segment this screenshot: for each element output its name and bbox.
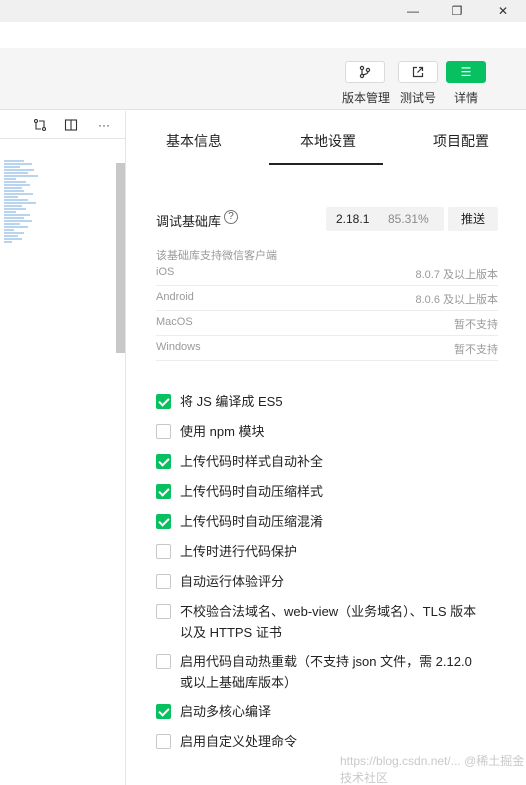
top-toolbar: 版本管理 测试号 ☰ 详情	[0, 48, 526, 110]
editor-pane: ···	[0, 111, 126, 785]
support-os: iOS	[156, 266, 175, 278]
option-label: 使用 npm 模块	[180, 424, 265, 439]
checkbox[interactable]	[156, 484, 171, 499]
tab-basic-info[interactable]: 基本信息	[166, 131, 222, 151]
editor-toolbar: ···	[0, 111, 125, 139]
library-version-select[interactable]: 2.18.1 85.31%	[326, 207, 444, 231]
support-row-ios: iOS 8.0.7 及以上版本	[156, 261, 498, 286]
support-version: 8.0.7 及以上版本	[415, 269, 498, 281]
support-os: Android	[156, 291, 194, 303]
checkbox[interactable]	[156, 514, 171, 529]
option-label: 自动运行体验评分	[180, 574, 285, 589]
checkbox[interactable]	[156, 734, 171, 749]
tab-project-config[interactable]: 项目配置	[433, 131, 489, 151]
checkbox[interactable]	[156, 454, 171, 469]
support-version: 暂不支持	[454, 344, 498, 356]
details-button[interactable]: ☰	[446, 61, 486, 83]
support-os: MacOS	[156, 316, 193, 328]
details-label: 详情	[453, 91, 478, 105]
help-icon[interactable]: ?	[224, 210, 238, 224]
push-button[interactable]: 推送	[448, 207, 498, 231]
option-label: 上传时进行代码保护	[180, 544, 298, 559]
title-bar: — ❐ ✕	[0, 0, 526, 22]
close-window-button[interactable]: ✕	[488, 2, 518, 20]
support-version: 暂不支持	[454, 319, 498, 331]
external-link-icon	[412, 66, 424, 78]
test-account-button[interactable]	[398, 61, 438, 83]
option-label: 将 JS 编译成 ES5	[180, 394, 283, 409]
settings-tabs: 基本信息 本地设置 项目配置	[126, 111, 526, 165]
support-row-android: Android 8.0.6 及以上版本	[156, 286, 498, 311]
debug-library-label: 调试基础库	[156, 214, 222, 229]
support-os: Windows	[156, 341, 201, 353]
checkbox[interactable]	[156, 604, 171, 619]
version-management-label: 版本管理	[341, 91, 390, 105]
support-row-windows: Windows 暂不支持	[156, 336, 498, 361]
option-label: 上传代码时样式自动补全	[180, 454, 324, 469]
checkbox[interactable]	[156, 704, 171, 719]
compare-icon[interactable]	[32, 117, 48, 133]
library-coverage: 85.31%	[388, 212, 429, 226]
watermark: https://blog.csdn.net/... @稀土掘金技术社区	[340, 754, 525, 785]
settings-panel: 基本信息 本地设置 项目配置 调试基础库 ? 2.18.1 85.31% 推送 …	[126, 111, 526, 785]
option-label: 不校验合法域名、web-view（业务域名）、TLS 版本以及 HTTPS 证书	[180, 604, 477, 640]
checkbox[interactable]	[156, 574, 171, 589]
version-management-button[interactable]	[345, 61, 385, 83]
maximize-button[interactable]: ❐	[442, 2, 472, 20]
debug-library-row: 调试基础库 ? 2.18.1 85.31% 推送	[156, 207, 498, 231]
tab-local-settings[interactable]: 本地设置	[300, 131, 356, 151]
checkbox[interactable]	[156, 654, 171, 669]
option-label: 上传代码时自动压缩混淆	[180, 514, 324, 529]
support-row-macos: MacOS 暂不支持	[156, 311, 498, 336]
more-actions-icon[interactable]: ···	[96, 117, 112, 133]
checkbox[interactable]	[156, 394, 171, 409]
branch-icon	[359, 65, 371, 79]
minimize-button[interactable]: —	[398, 2, 428, 20]
active-tab-indicator	[269, 163, 383, 165]
option-label: 上传代码时自动压缩样式	[180, 484, 324, 499]
checkbox[interactable]	[156, 424, 171, 439]
split-editor-icon[interactable]	[63, 117, 79, 133]
option-label: 启动多核心编译	[180, 704, 272, 719]
editor-scrollbar[interactable]	[116, 163, 125, 353]
code-minimap	[4, 159, 44, 299]
library-version: 2.18.1	[336, 212, 370, 226]
checkbox[interactable]	[156, 544, 171, 559]
option-label: 启用代码自动热重载（不支持 json 文件，需 2.12.0 或以上基础库版本）	[180, 654, 472, 690]
menu-icon: ☰	[460, 65, 472, 79]
support-version: 8.0.6 及以上版本	[415, 294, 498, 306]
option-label: 启用自定义处理命令	[180, 734, 298, 749]
